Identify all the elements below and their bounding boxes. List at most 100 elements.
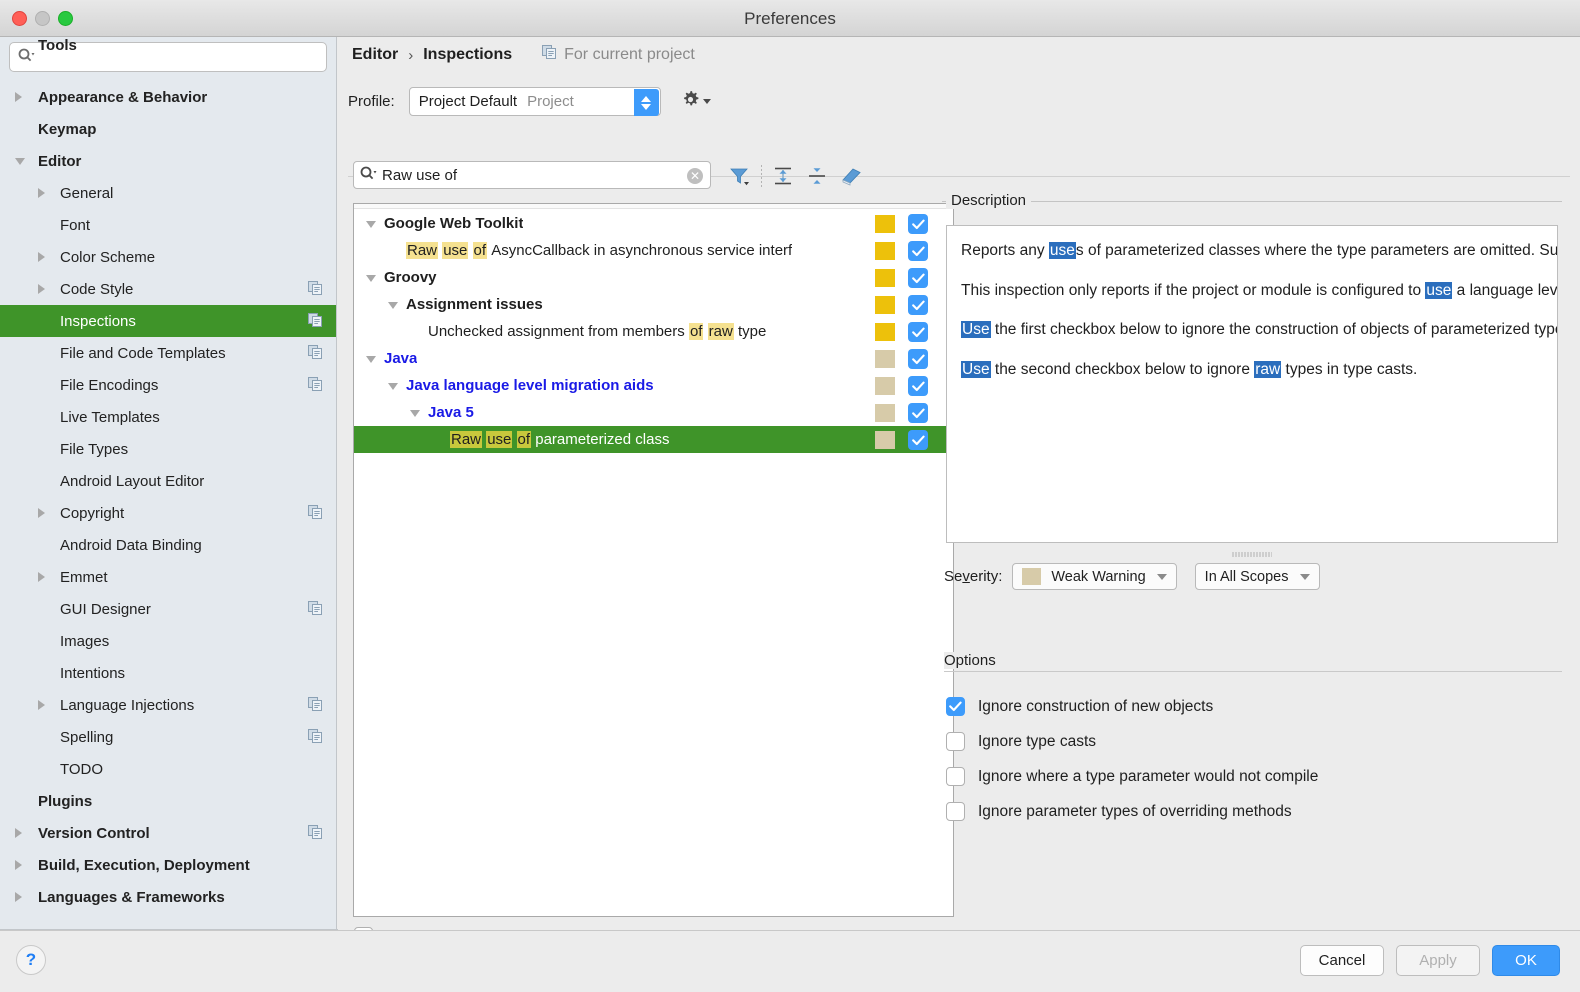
sidebar-item-general[interactable]: General xyxy=(0,177,337,209)
filter-icon[interactable] xyxy=(723,162,757,190)
sidebar-item-file-types[interactable]: File Types xyxy=(0,433,337,465)
severity-swatch[interactable] xyxy=(875,404,895,422)
sidebar-item-tools-partial[interactable]: Tools xyxy=(0,37,336,57)
tree-row-checkbox[interactable] xyxy=(908,349,928,369)
collapse-all-icon[interactable] xyxy=(800,162,834,190)
sidebar-item-android-data-binding[interactable]: Android Data Binding xyxy=(0,529,337,561)
severity-swatch[interactable] xyxy=(875,377,895,395)
cancel-button[interactable]: Cancel xyxy=(1300,945,1384,976)
chevron-down-icon[interactable] xyxy=(410,410,420,417)
option-row[interactable]: Ignore type casts xyxy=(946,724,1566,759)
chevron-right-icon[interactable] xyxy=(38,252,45,262)
tree-row[interactable]: Groovy xyxy=(354,264,953,291)
chevron-right-icon[interactable] xyxy=(38,284,45,294)
tree-row[interactable]: Java 5 xyxy=(354,399,953,426)
tree-row-checkbox[interactable] xyxy=(908,268,928,288)
sidebar-item-live-templates[interactable]: Live Templates xyxy=(0,401,337,433)
chevron-down-icon[interactable] xyxy=(366,356,376,363)
sidebar-item-code-style[interactable]: Code Style xyxy=(0,273,337,305)
sidebar-item-todo[interactable]: TODO xyxy=(0,753,337,785)
severity-swatch[interactable] xyxy=(875,215,895,233)
chevron-down-icon[interactable] xyxy=(388,383,398,390)
apply-button[interactable]: Apply xyxy=(1396,945,1480,976)
sidebar-item-images[interactable]: Images xyxy=(0,625,337,657)
sidebar-item-plugins[interactable]: Plugins xyxy=(0,785,337,817)
severity-swatch[interactable] xyxy=(875,296,895,314)
sidebar-item-copyright[interactable]: Copyright xyxy=(0,497,337,529)
expand-all-icon[interactable] xyxy=(766,162,800,190)
chevron-right-icon[interactable] xyxy=(38,700,45,710)
ok-button[interactable]: OK xyxy=(1492,945,1560,976)
profile-combobox[interactable]: Project Default Project xyxy=(409,87,661,116)
sidebar-item-editor[interactable]: Editor xyxy=(0,145,337,177)
sidebar-item-gui-designer[interactable]: GUI Designer xyxy=(0,593,337,625)
sidebar-item-android-layout-editor[interactable]: Android Layout Editor xyxy=(0,465,337,497)
chevron-right-icon[interactable] xyxy=(15,892,22,902)
tree-row[interactable]: Raw use of AsyncCallback in asynchronous… xyxy=(354,237,953,264)
severity-swatch[interactable] xyxy=(875,431,895,449)
sidebar-item-languages-frameworks[interactable]: Languages & Frameworks xyxy=(0,881,337,913)
tree-row-checkbox[interactable] xyxy=(908,403,928,423)
help-button[interactable]: ? xyxy=(16,945,46,975)
sidebar-item-emmet[interactable]: Emmet xyxy=(0,561,337,593)
tree-row[interactable]: Java language level migration aids xyxy=(354,372,953,399)
sidebar-item-color-scheme[interactable]: Color Scheme xyxy=(0,241,337,273)
chevron-right-icon[interactable] xyxy=(38,572,45,582)
sidebar-item-keymap[interactable]: Keymap xyxy=(0,113,337,145)
tree-row-checkbox[interactable] xyxy=(908,214,928,234)
tree-row[interactable]: Unchecked assignment from members of raw… xyxy=(354,318,953,345)
profile-gear-button[interactable] xyxy=(681,90,711,114)
severity-combobox[interactable]: Weak Warning xyxy=(1012,563,1176,590)
tree-row[interactable]: Assignment issues xyxy=(354,291,953,318)
option-row[interactable]: Ignore parameter types of overriding met… xyxy=(946,794,1566,829)
chevron-right-icon[interactable] xyxy=(15,860,22,870)
sidebar-item-version-control[interactable]: Version Control xyxy=(0,817,337,849)
eraser-icon[interactable] xyxy=(834,162,868,190)
tree-row-checkbox[interactable] xyxy=(908,295,928,315)
option-checkbox[interactable] xyxy=(946,802,965,821)
severity-swatch[interactable] xyxy=(875,242,895,260)
inspection-tree[interactable]: Google Web ToolkitRaw use of AsyncCallba… xyxy=(353,203,954,917)
clear-icon[interactable]: ✕ xyxy=(687,168,703,184)
resize-grip[interactable] xyxy=(1232,551,1272,558)
scope-combobox[interactable]: In All Scopes xyxy=(1195,563,1320,590)
tree-row[interactable]: Java xyxy=(354,345,953,372)
inspection-search-input[interactable] xyxy=(382,167,672,184)
severity-swatch[interactable] xyxy=(875,350,895,368)
option-checkbox[interactable] xyxy=(946,697,965,716)
chevron-right-icon[interactable] xyxy=(15,828,22,838)
chevron-down-icon[interactable] xyxy=(388,302,398,309)
tree-row-checkbox[interactable] xyxy=(908,376,928,396)
chevron-right-icon[interactable] xyxy=(38,188,45,198)
severity-swatch[interactable] xyxy=(875,323,895,341)
chevron-down-icon[interactable] xyxy=(15,158,25,165)
tree-row-checkbox[interactable] xyxy=(908,430,928,450)
chevron-down-icon[interactable] xyxy=(366,275,376,282)
sidebar-item-font[interactable]: Font xyxy=(0,209,337,241)
severity-swatch[interactable] xyxy=(875,269,895,287)
sidebar-item-build-execution-deployment[interactable]: Build, Execution, Deployment xyxy=(0,849,337,881)
sidebar-item-spelling[interactable]: Spelling xyxy=(0,721,337,753)
chevron-down-icon[interactable] xyxy=(366,221,376,228)
sidebar-item-language-injections[interactable]: Language Injections xyxy=(0,689,337,721)
severity-color-swatch xyxy=(1022,568,1041,585)
sidebar-item-inspections[interactable]: Inspections xyxy=(0,305,337,337)
breadcrumb-root[interactable]: Editor xyxy=(352,46,398,64)
inspection-search-box[interactable]: ✕ xyxy=(353,161,711,189)
chevron-right-icon[interactable] xyxy=(15,92,22,102)
option-checkbox[interactable] xyxy=(946,732,965,751)
option-row[interactable]: Ignore where a type parameter would not … xyxy=(946,759,1566,794)
tree-row[interactable]: Google Web Toolkit xyxy=(354,210,953,237)
sidebar-item-file-and-code-templates[interactable]: File and Code Templates xyxy=(0,337,337,369)
sidebar-item-file-encodings[interactable]: File Encodings xyxy=(0,369,337,401)
sidebar-item-intentions[interactable]: Intentions xyxy=(0,657,337,689)
tree-row[interactable]: Raw use of parameterized class xyxy=(354,426,953,453)
sidebar-item-label: File Encodings xyxy=(60,377,158,394)
option-checkbox[interactable] xyxy=(946,767,965,786)
chevron-right-icon[interactable] xyxy=(38,508,45,518)
tree-row-checkbox[interactable] xyxy=(908,322,928,342)
option-row[interactable]: Ignore construction of new objects xyxy=(946,689,1566,724)
sidebar-item-appearance-behavior[interactable]: Appearance & Behavior xyxy=(0,81,337,113)
profile-stepper[interactable] xyxy=(634,89,659,116)
tree-row-checkbox[interactable] xyxy=(908,241,928,261)
